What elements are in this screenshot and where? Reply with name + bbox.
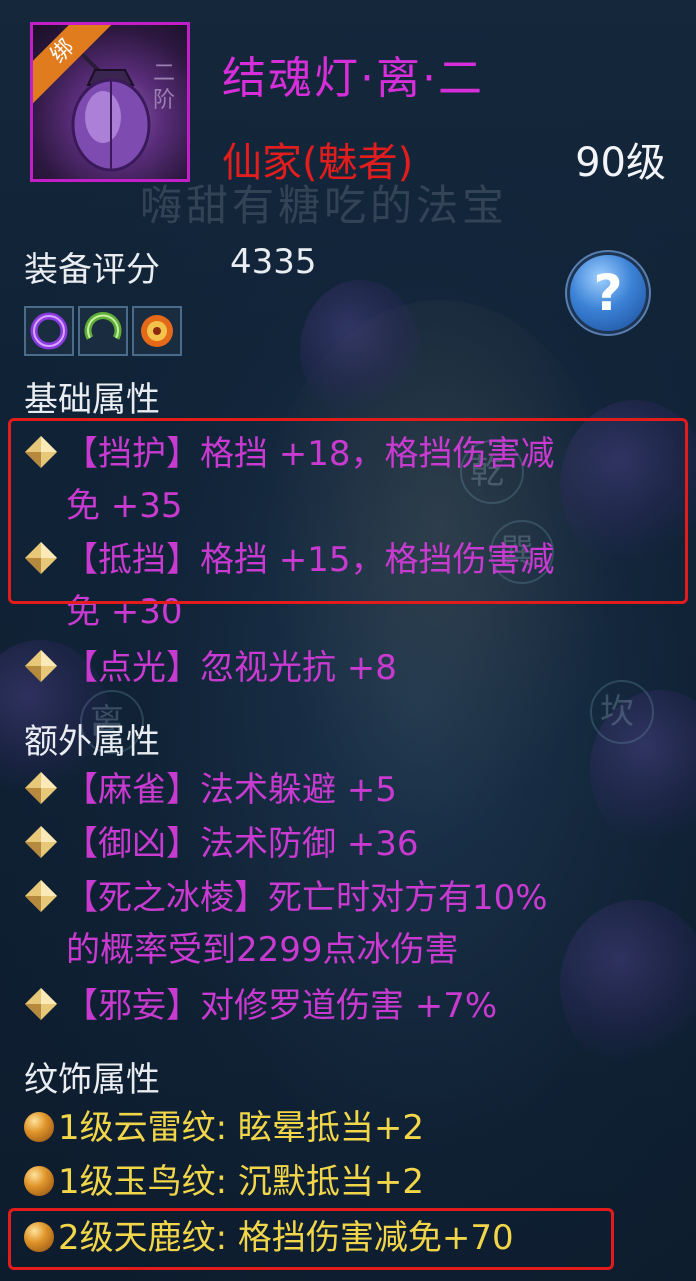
item-tooltip-panel: 乾 巽 离 坎 二 阶 绑 结魂灯·离·二 仙家(魅者) 90级 嗨甜有糖吃的法…: [0, 0, 696, 1281]
score-label: 装备评分: [24, 250, 160, 290]
attr-line: 【御凶】法术防御 +36: [64, 824, 419, 864]
attr-line: 【麻雀】法术躲避 +5: [64, 770, 397, 810]
extra-attr-3: 【死之冰棱】死亡时对方有10% 的概率受到2299点冰伤害: [24, 872, 664, 976]
highlight-box-base: [8, 418, 688, 604]
score-value: 4335: [230, 242, 317, 282]
gold-orb-icon: [24, 1112, 54, 1142]
gem-slots: [24, 306, 182, 356]
item-name: 结魂灯·离·二: [222, 53, 484, 104]
orange-orb-gem-icon[interactable]: [132, 306, 182, 356]
attr-line: 【邪妄】对修罗道伤害 +7%: [64, 986, 498, 1026]
diamond-bullet-icon: [25, 772, 57, 804]
base-attr-title: 基础属性: [24, 380, 160, 420]
gold-orb-icon: [24, 1166, 54, 1196]
diamond-bullet-icon: [25, 826, 57, 858]
diamond-bullet-icon: [25, 988, 57, 1020]
rune-text: 1级玉鸟纹: 沉默抵当+2: [58, 1162, 425, 1202]
attr-line-cont: 的概率受到2299点冰伤害: [66, 930, 459, 970]
highlight-box-rune: [8, 1208, 614, 1270]
extra-attr-2: 【御凶】法术防御 +36: [24, 818, 664, 870]
rank-glyph: 二: [153, 61, 175, 86]
purple-ring-gem-icon[interactable]: [24, 306, 74, 356]
extra-attr-title: 额外属性: [24, 722, 160, 762]
rune-1: 1级云雷纹: 眩晕抵当+2: [24, 1102, 424, 1154]
svg-text:阶: 阶: [153, 88, 175, 113]
item-icon-lantern: 二 阶 绑: [30, 22, 190, 182]
extra-attr-1: 【麻雀】法术躲避 +5: [24, 764, 664, 816]
watermark-text: 嗨甜有糖吃的法宝: [140, 181, 509, 230]
base-attr-3: 【点光】忽视光抗 +8: [24, 642, 664, 694]
attr-line: 【死之冰棱】死亡时对方有10%: [64, 878, 548, 918]
help-button[interactable]: ?: [570, 255, 646, 331]
item-level: 90级: [575, 140, 666, 186]
rune-text: 1级云雷纹: 眩晕抵当+2: [58, 1108, 425, 1148]
attr-line: 【点光】忽视光抗 +8: [64, 648, 397, 688]
bg-lantern-center: [300, 280, 420, 420]
diamond-bullet-icon: [25, 880, 57, 912]
diamond-bullet-icon: [25, 650, 57, 682]
question-icon: ?: [593, 264, 623, 322]
green-ring-gem-icon[interactable]: [78, 306, 128, 356]
rune-attr-title: 纹饰属性: [24, 1060, 160, 1100]
rune-2: 1级玉鸟纹: 沉默抵当+2: [24, 1156, 424, 1208]
extra-attr-4: 【邪妄】对修罗道伤害 +7%: [24, 980, 664, 1032]
